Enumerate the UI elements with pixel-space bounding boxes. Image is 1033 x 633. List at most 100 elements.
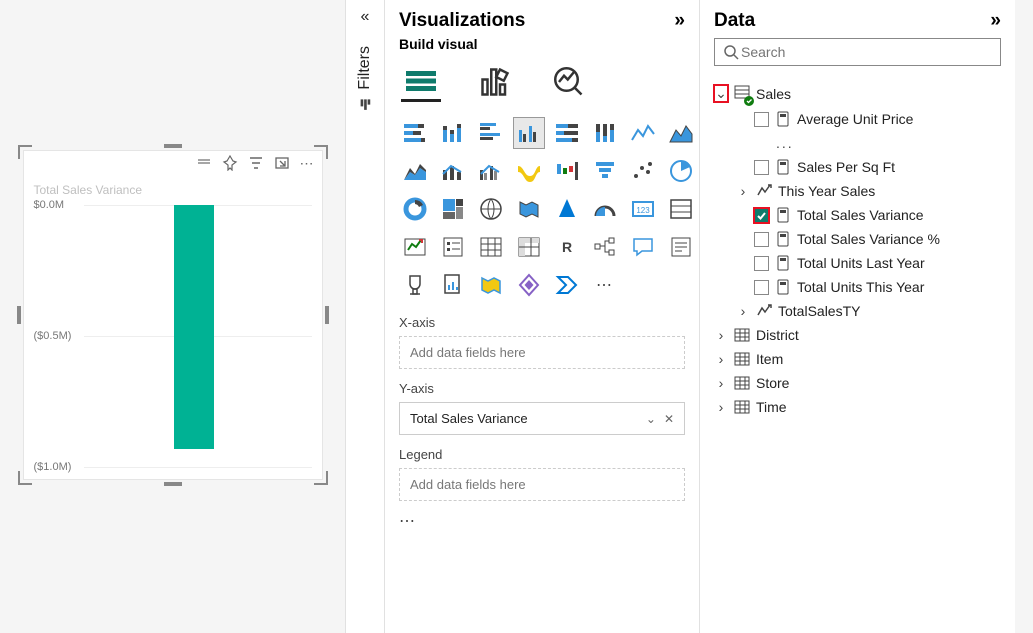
field-sales-per-sq-ft[interactable]: Sales Per Sq Ft — [714, 155, 1001, 179]
calculator-icon — [775, 207, 791, 223]
visual-tile[interactable]: ⋯ Total Sales Variance $0.0M ($0.5M) ($1… — [23, 150, 323, 480]
chevron-down-icon[interactable]: ⌄ — [714, 85, 728, 102]
field-average-unit-price[interactable]: Average Unit Price — [714, 107, 1001, 131]
tab-build-visual[interactable] — [401, 62, 441, 102]
filter-icon[interactable] — [248, 155, 264, 171]
decomposition-tree-icon[interactable] — [589, 231, 621, 263]
well-label-legend: Legend — [399, 447, 685, 462]
arcgis-icon[interactable] — [475, 269, 507, 301]
pie-icon[interactable] — [665, 155, 697, 187]
field-checkbox[interactable] — [754, 280, 769, 295]
pin-icon[interactable] — [222, 155, 238, 171]
search-input[interactable] — [739, 43, 992, 61]
chevron-right-icon[interactable]: › — [714, 351, 728, 367]
chevron-right-icon[interactable]: › — [736, 183, 750, 199]
donut-icon[interactable] — [399, 193, 431, 225]
collapse-data-icon[interactable]: » — [990, 10, 1001, 32]
focus-mode-icon[interactable] — [274, 155, 290, 171]
stacked-column-chart-icon[interactable] — [437, 117, 469, 149]
gauge-icon[interactable] — [589, 193, 621, 225]
bar-total-sales-variance[interactable] — [174, 205, 214, 449]
field-label: Sales Per Sq Ft — [797, 159, 895, 175]
area-chart-icon[interactable] — [665, 117, 697, 149]
line-chart-icon[interactable] — [627, 117, 659, 149]
power-apps-icon[interactable] — [513, 269, 545, 301]
verified-badge-icon — [744, 96, 754, 106]
collapse-viz-icon[interactable]: » — [674, 10, 685, 32]
get-more-visuals-icon[interactable]: ⋯ — [589, 269, 621, 301]
tab-format-visual[interactable] — [475, 62, 515, 102]
field-checkbox[interactable] — [754, 256, 769, 271]
matrix-icon[interactable] — [513, 231, 545, 263]
funnel-icon[interactable] — [589, 155, 621, 187]
table-district[interactable]: › District — [714, 323, 1001, 347]
chevron-down-icon[interactable]: ⌄ — [646, 412, 656, 426]
field-label: Total Sales Variance — [797, 207, 924, 223]
waterfall-icon[interactable] — [551, 155, 583, 187]
chevron-right-icon[interactable]: › — [714, 375, 728, 391]
stacked-area-icon[interactable] — [399, 155, 431, 187]
multi-row-card-icon[interactable] — [665, 193, 697, 225]
legend-well[interactable]: Add data fields here — [399, 468, 685, 501]
chart-title: Total Sales Variance — [34, 183, 143, 197]
field-checkbox[interactable] — [754, 160, 769, 175]
line-stacked-column-icon[interactable] — [437, 155, 469, 187]
filled-map-icon[interactable] — [513, 193, 545, 225]
field-checkbox[interactable] — [754, 112, 769, 127]
table-store[interactable]: › Store — [714, 371, 1001, 395]
table-time[interactable]: › Time — [714, 395, 1001, 419]
y-tick-label: $0.0M — [34, 199, 65, 211]
field-total-sales-ty[interactable]: › TotalSalesTY — [714, 299, 1001, 323]
100-stacked-bar-icon[interactable] — [551, 117, 583, 149]
card-icon[interactable]: 123 — [627, 193, 659, 225]
goals-icon[interactable] — [399, 269, 431, 301]
map-icon[interactable] — [475, 193, 507, 225]
y-tick-label: ($1.0M) — [34, 461, 72, 473]
tab-analytics[interactable] — [549, 62, 589, 102]
chevron-right-icon[interactable]: › — [736, 303, 750, 319]
table-label: District — [756, 327, 799, 343]
clustered-column-chart-icon[interactable] — [513, 117, 545, 149]
measure-icon — [756, 303, 772, 319]
power-automate-icon[interactable] — [551, 269, 583, 301]
filters-label[interactable]: Filters — [356, 46, 374, 112]
r-visual-icon[interactable]: R — [551, 231, 583, 263]
100-stacked-column-icon[interactable] — [589, 117, 621, 149]
field-overflow[interactable]: ... — [714, 131, 1001, 155]
treemap-icon[interactable] — [437, 193, 469, 225]
azure-map-icon[interactable] — [551, 193, 583, 225]
kpi-icon[interactable] — [399, 231, 431, 263]
table-sales[interactable]: ⌄ Sales — [714, 80, 1001, 107]
clustered-bar-chart-icon[interactable] — [475, 117, 507, 149]
more-wells-icon[interactable]: ⋯ — [399, 511, 685, 531]
table-icon[interactable] — [475, 231, 507, 263]
field-checkbox[interactable] — [754, 208, 769, 223]
field-total-sales-variance[interactable]: Total Sales Variance — [714, 203, 1001, 227]
paginated-report-icon[interactable] — [437, 269, 469, 301]
qna-icon[interactable] — [627, 231, 659, 263]
slicer-icon[interactable] — [437, 231, 469, 263]
field-total-sales-variance-pct[interactable]: Total Sales Variance % — [714, 227, 1001, 251]
field-total-units-last-year[interactable]: Total Units Last Year — [714, 251, 1001, 275]
line-clustered-column-icon[interactable] — [475, 155, 507, 187]
filters-collapsed-panel[interactable]: « Filters — [345, 0, 385, 633]
field-this-year-sales[interactable]: › This Year Sales — [714, 179, 1001, 203]
field-checkbox[interactable] — [754, 232, 769, 247]
remove-field-icon[interactable]: ✕ — [664, 412, 674, 426]
stacked-bar-chart-icon[interactable] — [399, 117, 431, 149]
field-total-units-this-year[interactable]: Total Units This Year — [714, 275, 1001, 299]
scatter-icon[interactable] — [627, 155, 659, 187]
svg-text:123: 123 — [636, 206, 650, 215]
drag-handle-icon[interactable] — [196, 155, 212, 171]
table-item[interactable]: › Item — [714, 347, 1001, 371]
report-canvas[interactable]: ⋯ Total Sales Variance $0.0M ($0.5M) ($1… — [0, 0, 345, 633]
chevron-right-icon[interactable]: › — [714, 399, 728, 415]
more-options-icon[interactable]: ⋯ — [300, 155, 316, 171]
ribbon-chart-icon[interactable] — [513, 155, 545, 187]
search-box[interactable] — [714, 38, 1001, 66]
x-axis-well[interactable]: Add data fields here — [399, 336, 685, 369]
narrative-icon[interactable] — [665, 231, 697, 263]
chevron-right-icon[interactable]: › — [714, 327, 728, 343]
y-axis-well[interactable]: Total Sales Variance ⌄ ✕ — [399, 402, 685, 435]
expand-filters-icon[interactable]: « — [361, 8, 370, 26]
